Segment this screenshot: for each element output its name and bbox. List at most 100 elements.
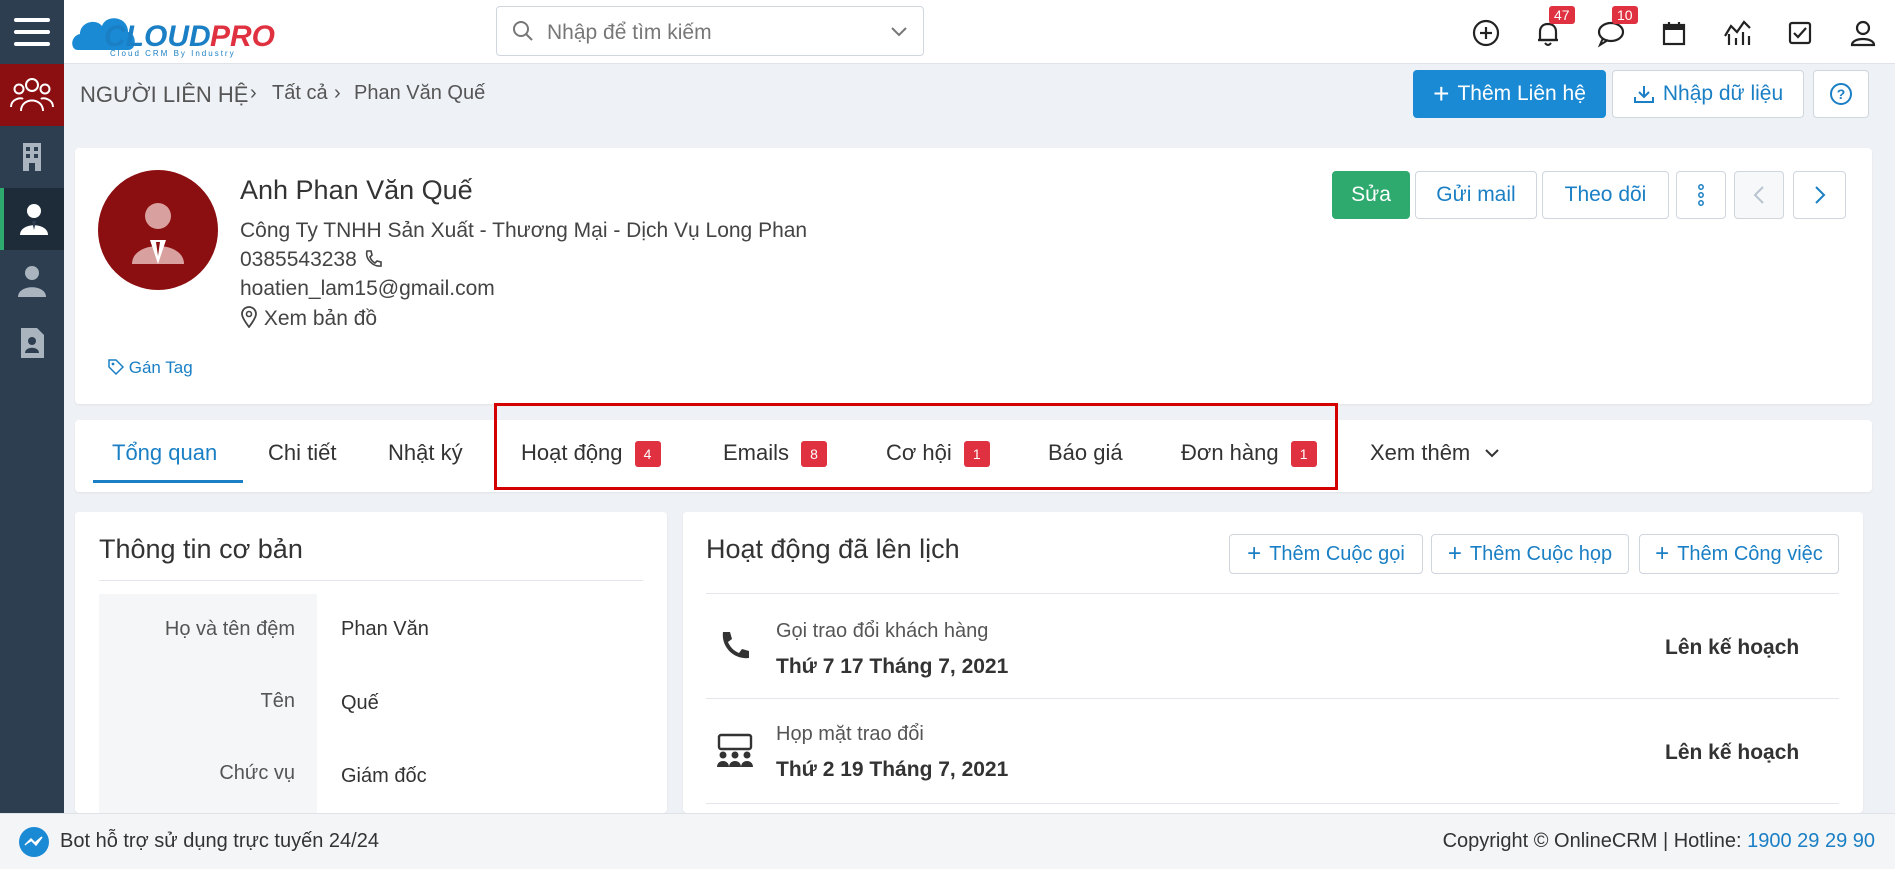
activity-item[interactable]: Họp mặt trao đổi Thứ 2 19 Tháng 7, 2021 … xyxy=(706,699,1839,804)
edit-button[interactable]: Sửa xyxy=(1332,171,1410,219)
add-contact-button[interactable]: + Thêm Liên hệ xyxy=(1413,70,1606,118)
activities-card: Hoạt động đã lên lịch + Thêm Cuộc gọi + … xyxy=(683,512,1863,813)
sidebar-item-documents[interactable] xyxy=(0,312,64,374)
phone-icon xyxy=(722,632,749,659)
divider xyxy=(99,580,643,581)
tab-overview[interactable]: Tổng quan xyxy=(112,440,217,466)
chevron-down-icon[interactable] xyxy=(889,22,909,42)
tab-details[interactable]: Chi tiết xyxy=(268,440,336,466)
previous-record-button[interactable] xyxy=(1734,171,1784,219)
menu-icon[interactable] xyxy=(0,0,64,64)
document-user-icon xyxy=(21,328,44,358)
breadcrumb-level1[interactable]: Tất cả xyxy=(272,82,328,105)
phone-line: 0385543238 xyxy=(240,248,383,272)
assign-tag-link[interactable]: Gán Tag xyxy=(108,358,193,378)
help-button[interactable]: ? xyxy=(1813,70,1869,118)
chevron-left-icon xyxy=(1753,186,1764,204)
field-value[interactable]: Quế xyxy=(341,692,379,715)
app-root: CLOUD PRO Cloud CRM By Industry Nhập để … xyxy=(0,0,1895,869)
tab-label: Chi tiết xyxy=(268,440,337,465)
search-input[interactable]: Nhập để tìm kiếm xyxy=(547,21,712,45)
tag-icon xyxy=(108,359,125,376)
tab-label: Nhật ký xyxy=(388,440,463,465)
add-call-label: Thêm Cuộc gọi xyxy=(1269,542,1405,565)
add-circle-icon[interactable] xyxy=(1469,16,1503,50)
tab-log[interactable]: Nhật ký xyxy=(388,440,463,466)
add-call-button[interactable]: + Thêm Cuộc gọi xyxy=(1229,534,1423,574)
sidebar xyxy=(0,64,64,813)
messages-badge: 10 xyxy=(1612,6,1638,24)
phone-icon[interactable] xyxy=(363,249,383,269)
map-link[interactable]: Xem bản đồ xyxy=(240,306,377,331)
field-label: Chức vụ xyxy=(219,762,295,784)
top-bar: CLOUD PRO Cloud CRM By Industry Nhập để … xyxy=(0,0,1895,64)
field-label: Họ và tên đệm xyxy=(164,618,295,640)
search-box[interactable]: Nhập để tìm kiếm xyxy=(496,6,924,56)
notifications-badge: 47 xyxy=(1549,6,1575,24)
contact-email[interactable]: hoatien_lam15@gmail.com xyxy=(240,277,495,301)
follow-button[interactable]: Theo dõi xyxy=(1542,171,1669,219)
person-icon xyxy=(18,266,46,297)
sidebar-item-leads[interactable] xyxy=(0,64,64,126)
import-data-button[interactable]: Nhập dữ liệu xyxy=(1612,70,1804,118)
highlight-box xyxy=(494,403,1338,490)
plus-icon: + xyxy=(1447,540,1462,567)
copyright: Copyright © OnlineCRM | Hotline: 1900 29… xyxy=(1443,830,1875,853)
add-task-label: Thêm Công việc xyxy=(1677,542,1823,565)
avatar xyxy=(98,170,218,290)
import-data-label: Nhập dữ liệu xyxy=(1662,82,1784,105)
vertical-dots-icon xyxy=(1698,184,1704,206)
report-chart-icon[interactable] xyxy=(1720,16,1754,50)
calendar-icon[interactable] xyxy=(1657,16,1691,50)
tab-label: Tổng quan xyxy=(112,440,218,465)
sidebar-item-customers[interactable] xyxy=(0,250,64,312)
add-meeting-button[interactable]: + Thêm Cuộc họp xyxy=(1431,534,1629,574)
assign-tag-label: Gán Tag xyxy=(128,358,193,377)
messenger-icon[interactable] xyxy=(18,826,50,858)
hotline-label: Hotline: xyxy=(1673,830,1742,852)
bell-icon[interactable]: 47 xyxy=(1531,6,1575,50)
send-mail-button[interactable]: Gửi mail xyxy=(1415,171,1537,219)
svg-text:?: ? xyxy=(1837,86,1846,102)
field-value[interactable]: Phan Văn xyxy=(341,618,429,641)
building-icon xyxy=(23,143,41,171)
next-record-button[interactable] xyxy=(1793,171,1846,219)
chevron-right-icon xyxy=(1814,186,1825,204)
section-title: Hoạt động đã lên lịch xyxy=(706,534,960,564)
activity-status: Lên kế hoạch xyxy=(1665,741,1800,764)
activity-item[interactable]: Gọi trao đổi khách hàng Thứ 7 17 Tháng 7… xyxy=(706,594,1839,699)
download-icon xyxy=(1633,86,1654,103)
section-title: Thông tin cơ bản xyxy=(99,534,303,564)
field-value[interactable]: Giám đốc xyxy=(341,765,427,788)
separator: | xyxy=(1662,830,1669,852)
user-profile-icon[interactable] xyxy=(1846,16,1880,50)
copyright-text: Copyright © OnlineCRM xyxy=(1442,830,1658,852)
meeting-icon xyxy=(717,733,753,767)
breadcrumb-module[interactable]: NGƯỜI LIÊN HỆ xyxy=(80,82,248,108)
activity-date: Thứ 2 19 Tháng 7, 2021 xyxy=(776,758,1009,781)
users-group-icon xyxy=(10,78,54,112)
tab-see-more[interactable]: Xem thêm xyxy=(1370,440,1500,466)
plus-icon: + xyxy=(1433,78,1450,109)
chevron-right-icon: › xyxy=(334,82,341,104)
add-task-button[interactable]: + Thêm Công việc xyxy=(1639,534,1839,574)
chat-icon[interactable]: 10 xyxy=(1594,6,1638,50)
chevron-right-icon: › xyxy=(250,82,257,104)
add-contact-label: Thêm Liên hệ xyxy=(1457,82,1586,105)
sidebar-item-contacts[interactable] xyxy=(0,188,64,250)
task-check-icon[interactable] xyxy=(1783,16,1817,50)
sidebar-item-organizations[interactable] xyxy=(0,126,64,188)
bot-support-text[interactable]: Bot hỗ trợ sử dụng trực tuyến 24/24 xyxy=(60,830,379,853)
hotline-number[interactable]: 1900 29 29 90 xyxy=(1747,830,1875,852)
company-name[interactable]: Công Ty TNHH Sản Xuất - Thương Mại - Dịc… xyxy=(240,219,807,243)
tab-label: Xem thêm xyxy=(1370,440,1471,465)
phone-number[interactable]: 0385543238 xyxy=(240,248,357,271)
active-tab-indicator xyxy=(93,480,243,483)
activity-title: Họp mặt trao đổi xyxy=(776,723,924,745)
chevron-down-icon xyxy=(1485,449,1500,458)
svg-text:Cloud CRM By Industry: Cloud CRM By Industry xyxy=(110,49,236,58)
more-options-button[interactable] xyxy=(1676,171,1726,219)
search-icon xyxy=(513,21,533,41)
basic-info-card: Thông tin cơ bản Họ và tên đệm Phan Văn … xyxy=(75,512,667,813)
logo[interactable]: CLOUD PRO Cloud CRM By Industry xyxy=(70,4,300,58)
